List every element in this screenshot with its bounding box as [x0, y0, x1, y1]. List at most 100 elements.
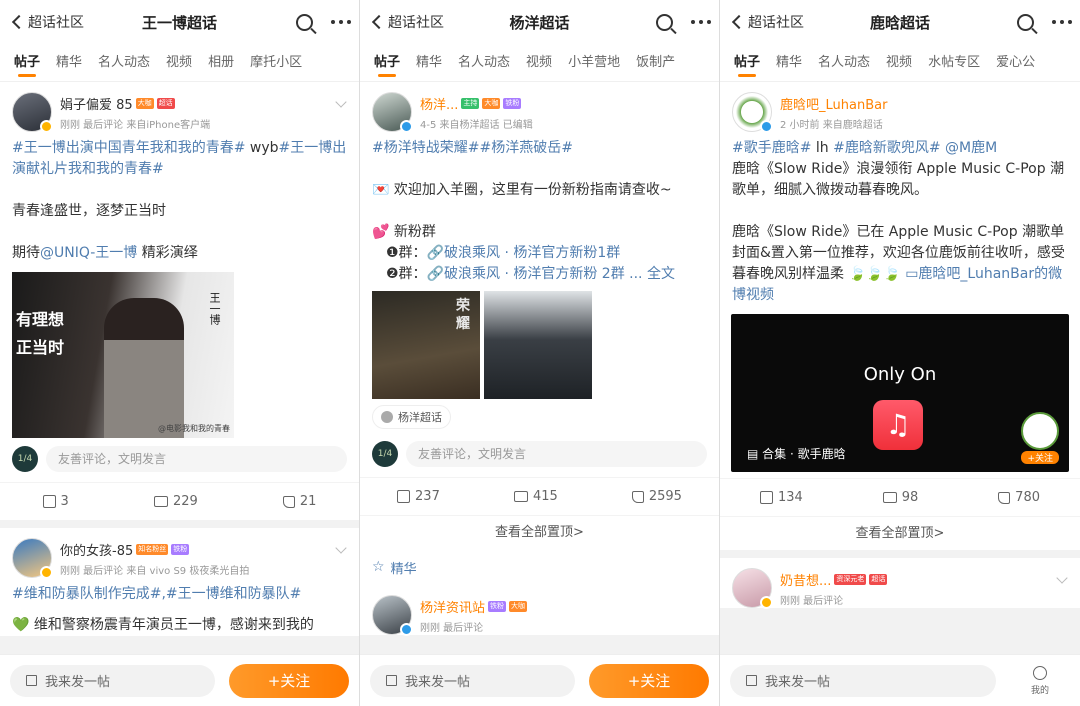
view-all-pinned-link[interactable]: 查看全部置顶> — [360, 515, 719, 549]
hashtag[interactable]: #歌手鹿晗# — [732, 140, 811, 156]
forward-button[interactable]: 237 — [397, 489, 440, 504]
author-name[interactable]: 娟子偏爱 85 — [60, 94, 133, 113]
post-card: 鹿晗吧_LuhanBar 2 小时前 来自鹿晗超话 #歌手鹿晗# lh #鹿晗新… — [720, 82, 1080, 516]
tab-posts[interactable]: 帖子 — [366, 44, 408, 81]
badge: 大咖 — [509, 600, 528, 612]
more-icon[interactable] — [1052, 20, 1072, 24]
post-body: #歌手鹿晗# lh #鹿晗新歌兜风# @M鹿M 鹿晗《Slow Ride》浪漫领… — [732, 140, 1065, 303]
tab-featured[interactable]: 精华 — [768, 44, 810, 81]
top-bar: 超话社区 王一博超话 — [0, 0, 359, 44]
tab-celebrity[interactable]: 名人动态 — [90, 44, 158, 81]
thumbs-up-icon — [282, 495, 295, 508]
view-all-pinned-link[interactable]: 查看全部置顶> — [720, 516, 1080, 550]
top-bar: 超话社区 杨洋超话 — [360, 0, 719, 44]
avatar[interactable] — [372, 92, 413, 133]
avatar[interactable] — [12, 92, 53, 133]
author-name[interactable]: 杨洋... — [420, 94, 458, 113]
comment-button[interactable]: 229 — [153, 494, 198, 509]
post-body: #杨洋特战荣耀##杨洋燕破岳# 💌 欢迎加入羊圈，这里有一份新粉指南请查收~ 💕… — [372, 138, 707, 285]
tab-posts[interactable]: 帖子 — [726, 44, 768, 81]
post-image[interactable] — [484, 291, 592, 399]
post-image[interactable]: 荣耀 — [372, 291, 480, 399]
badge: 知名粉丝 — [136, 543, 169, 555]
tab-camp[interactable]: 小羊营地 — [560, 44, 628, 81]
comment-input[interactable]: 友善评论，文明发言 — [46, 446, 347, 472]
hashtag[interactable]: #王一博出演中国青年我和我的青春# — [12, 140, 245, 156]
like-button[interactable]: 2595 — [631, 489, 682, 504]
forward-button[interactable]: 3 — [42, 494, 69, 509]
back-button[interactable]: 超话社区 — [8, 12, 100, 32]
badge: 主持 — [461, 97, 480, 109]
tab-video[interactable]: 视频 — [518, 44, 560, 81]
post-meta: 2 小时前 来自鹿晗超话 — [780, 119, 883, 131]
tab-video[interactable]: 视频 — [158, 44, 200, 81]
author-name[interactable]: 你的女孩-85 — [60, 540, 133, 559]
avatar[interactable] — [12, 538, 53, 579]
hashtag[interactable]: #鹿晗新歌兜风# — [833, 140, 940, 156]
image-text: 有理想 正当时 — [16, 310, 65, 357]
author-name[interactable]: 杨洋资讯站 — [420, 597, 485, 616]
comment-icon — [153, 496, 168, 507]
author-name[interactable]: 奶昔想... — [780, 570, 831, 589]
group-link[interactable]: 🔗破浪乘风 · 杨洋官方新粉1群 — [427, 245, 621, 261]
avatar[interactable] — [372, 595, 413, 636]
hashtag[interactable]: #维和防暴队制作完成#,#王一博维和防暴队# — [12, 584, 347, 605]
badge: 超话 — [869, 573, 888, 585]
tab-video[interactable]: 视频 — [878, 44, 920, 81]
tab-bar: 帖子 精华 名人动态 视频 小羊营地 饭制产 — [360, 44, 719, 82]
group-link[interactable]: 🔗破浪乘风 · 杨洋官方新粉 2群 — [427, 266, 625, 282]
search-icon[interactable] — [656, 13, 673, 31]
tab-celebrity[interactable]: 名人动态 — [810, 44, 878, 81]
more-icon[interactable] — [691, 20, 711, 24]
supertopic-tag[interactable]: 杨洋超话 — [372, 405, 451, 429]
expand-link[interactable]: ... 全文 — [629, 266, 675, 282]
search-icon[interactable] — [1017, 13, 1034, 31]
new-post-button[interactable]: 我来发一帖 — [10, 664, 215, 697]
star-icon: ☆ — [372, 559, 385, 575]
tab-bar: 帖子 精华 名人动态 视频 相册 摩托小区 — [0, 44, 359, 82]
like-button[interactable]: 780 — [998, 490, 1040, 505]
follow-button[interactable]: +关注 — [589, 663, 709, 698]
tab-moto[interactable]: 摩托小区 — [242, 44, 310, 81]
tab-featured[interactable]: 精华 — [48, 44, 90, 81]
new-post-button[interactable]: 我来发一帖 — [730, 664, 996, 697]
new-post-button[interactable]: 我来发一帖 — [370, 664, 575, 697]
back-button[interactable]: 超话社区 — [728, 12, 820, 32]
featured-section-header[interactable]: ☆ 精华 — [360, 549, 719, 585]
badge: 铁粉 — [488, 600, 507, 612]
avatar[interactable] — [732, 92, 773, 133]
tab-celebrity[interactable]: 名人动态 — [450, 44, 518, 81]
comment-input[interactable]: 友善评论，文明发言 — [406, 441, 707, 467]
like-button[interactable]: 21 — [282, 494, 316, 509]
more-icon[interactable] — [331, 20, 351, 24]
mention-link[interactable]: @UNIQ-王一博 — [40, 245, 137, 261]
author-name[interactable]: 鹿晗吧_LuhanBar — [780, 94, 887, 113]
search-icon[interactable] — [296, 13, 313, 31]
video-player[interactable]: Only On ♫ ▤ 合集 · 歌手鹿晗 +关注 — [731, 314, 1069, 472]
video-follow-button[interactable]: +关注 — [1021, 451, 1059, 464]
mention-link[interactable]: @M鹿M — [941, 140, 997, 156]
mine-button[interactable]: 我的 — [1010, 665, 1070, 696]
post-image[interactable]: 有理想 正当时 王一博 @电影我和我的青春 — [12, 272, 234, 438]
channel-logo[interactable] — [1021, 412, 1059, 450]
comment-icon — [882, 492, 897, 503]
edit-icon — [386, 675, 397, 686]
video-collection-label[interactable]: ▤ 合集 · 歌手鹿晗 — [747, 445, 846, 462]
forward-button[interactable]: 134 — [759, 490, 803, 505]
tab-water[interactable]: 水帖专区 — [920, 44, 988, 81]
comment-button[interactable]: 415 — [513, 489, 558, 504]
badge: 超话 — [156, 97, 175, 109]
tab-featured[interactable]: 精华 — [408, 44, 450, 81]
comment-icon — [513, 491, 528, 502]
chevron-left-icon — [371, 14, 387, 30]
share-icon — [759, 491, 773, 504]
back-button[interactable]: 超话社区 — [368, 12, 460, 32]
follow-button[interactable]: +关注 — [229, 663, 349, 698]
tab-fanmade[interactable]: 饭制产 — [628, 44, 683, 81]
tab-posts[interactable]: 帖子 — [6, 44, 48, 81]
comment-button[interactable]: 98 — [882, 490, 918, 505]
avatar[interactable] — [732, 568, 773, 609]
tab-charity[interactable]: 爱心公 — [988, 44, 1043, 81]
tab-album[interactable]: 相册 — [200, 44, 242, 81]
hashtag[interactable]: #杨洋特战荣耀##杨洋燕破岳# — [372, 138, 707, 159]
